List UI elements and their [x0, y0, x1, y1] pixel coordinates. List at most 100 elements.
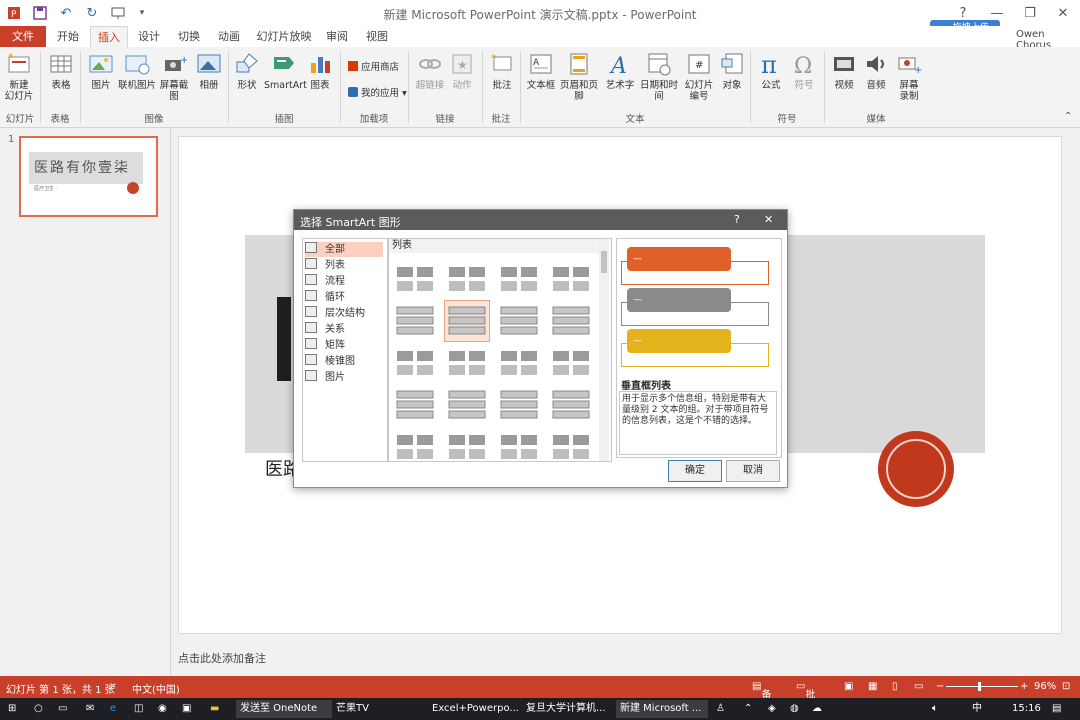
layout-thumbnail[interactable]	[497, 343, 541, 383]
notes-toggle[interactable]: ▤ 备注	[752, 681, 771, 716]
layout-thumbnail[interactable]	[497, 259, 541, 299]
collapse-ribbon-icon[interactable]: ⌃	[1064, 111, 1072, 122]
ok-button[interactable]: 确定	[668, 460, 722, 482]
layout-thumbnail[interactable]	[549, 259, 593, 299]
tray-app-icon[interactable]: ◈	[768, 700, 776, 718]
slideshow-view-icon[interactable]: ▭	[914, 681, 923, 692]
task-view-icon[interactable]: ▭	[58, 700, 67, 718]
language-status[interactable]: 中文(中国)	[132, 681, 180, 696]
screen-record-button[interactable]: + 屏幕 录制	[894, 51, 924, 102]
tab-animations[interactable]: 动画	[212, 26, 246, 47]
layout-thumbnail[interactable]	[497, 385, 541, 425]
file-explorer-icon[interactable]: ▬	[210, 700, 219, 718]
spellcheck-icon[interactable]: ⌗	[110, 681, 116, 692]
audio-button[interactable]: 音频	[862, 51, 890, 91]
start-button-icon[interactable]: ⊞	[8, 700, 16, 718]
tab-home[interactable]: 开始	[50, 26, 86, 47]
gallery-scrollbar[interactable]	[599, 239, 609, 461]
layout-thumbnail[interactable]	[549, 301, 593, 341]
slide-number-button[interactable]: # 幻灯片 编号	[682, 51, 716, 102]
category-process[interactable]: 流程	[305, 274, 383, 289]
datetime-button[interactable]: 日期和时间	[636, 51, 682, 102]
close-button[interactable]: ✕	[1046, 0, 1080, 26]
layout-thumbnail[interactable]	[549, 385, 593, 425]
category-hierarchy[interactable]: 层次结构	[305, 306, 383, 321]
slide-thumbnail[interactable]: 医路有你壹柒 医疗卫生 ·	[19, 136, 158, 217]
category-matrix[interactable]: 矩阵	[305, 338, 383, 353]
search-icon[interactable]: ○	[34, 700, 43, 718]
video-button[interactable]: 视频	[830, 51, 858, 91]
category-pyramid[interactable]: 棱锥图	[305, 354, 383, 369]
normal-view-icon[interactable]: ▣	[844, 681, 853, 692]
taskbar-item-onenote[interactable]: 发送至 OneNote	[236, 700, 332, 718]
header-footer-button[interactable]: 页眉和页脚	[556, 51, 602, 102]
minimize-button[interactable]: —	[980, 0, 1014, 26]
action-button[interactable]: ★ 动作	[448, 51, 476, 91]
layout-thumbnail[interactable]	[445, 259, 489, 299]
chart-button[interactable]: 图表	[306, 51, 334, 91]
category-cycle[interactable]: 循环	[305, 290, 383, 305]
object-button[interactable]: 对象	[718, 51, 746, 91]
onedrive-icon[interactable]: ☁	[812, 700, 822, 718]
slide-sorter-icon[interactable]: ▦	[868, 681, 877, 692]
equation-button[interactable]: π 公式	[756, 51, 786, 91]
new-slide-button[interactable]: ✶ 新建 幻灯片	[2, 51, 36, 102]
zoom-in-button[interactable]: +	[1020, 681, 1028, 692]
people-icon[interactable]: ♙	[716, 700, 725, 718]
taskbar-item-word[interactable]: 复旦大学计算机...	[522, 700, 616, 718]
zoom-level[interactable]: 96%	[1034, 681, 1056, 692]
tab-review[interactable]: 审阅	[322, 26, 352, 47]
taskbar-item-powerpoint[interactable]: 新建 Microsoft ...	[616, 700, 708, 718]
volume-icon[interactable]: 🔈︎	[932, 700, 938, 718]
layout-thumbnail[interactable]	[393, 343, 437, 383]
help-button[interactable]: ?	[946, 0, 980, 26]
online-picture-button[interactable]: 联机图片	[118, 51, 156, 91]
layout-thumbnail[interactable]	[445, 427, 489, 467]
layout-thumbnail[interactable]	[445, 343, 489, 383]
textbox-button[interactable]: A 文本框	[526, 51, 556, 91]
comments-toggle[interactable]: ▭ 批注	[796, 681, 815, 716]
layout-thumbnail[interactable]	[445, 385, 489, 425]
picture-button[interactable]: 图片	[86, 51, 116, 91]
dialog-help-button[interactable]: ?	[734, 213, 740, 226]
layout-thumbnail[interactable]	[497, 301, 541, 341]
layout-thumbnail[interactable]	[497, 427, 541, 467]
reading-view-icon[interactable]: ▯	[892, 681, 898, 692]
category-all[interactable]: 全部	[305, 242, 383, 257]
layout-thumbnail[interactable]	[549, 343, 593, 383]
taskbar-item-excel[interactable]: Excel+Powerpo...	[428, 700, 522, 718]
tab-view[interactable]: 视图	[360, 26, 394, 47]
store-taskbar-icon[interactable]: ◫	[134, 700, 143, 718]
tab-design[interactable]: 设计	[132, 26, 166, 47]
tab-file[interactable]: 文件	[0, 26, 46, 47]
hyperlink-button[interactable]: 超链接	[414, 51, 446, 91]
album-button[interactable]: 相册	[194, 51, 224, 91]
layout-thumbnail[interactable]	[444, 300, 490, 342]
tab-slideshow[interactable]: 幻灯片放映	[256, 26, 312, 47]
table-button[interactable]: 表格	[46, 51, 76, 91]
clock[interactable]: 15:16	[1012, 700, 1041, 718]
category-picture[interactable]: 图片	[305, 370, 383, 385]
zoom-slider[interactable]	[946, 686, 1018, 687]
layout-thumbnail[interactable]	[549, 427, 593, 467]
symbol-button[interactable]: Ω 符号	[790, 51, 818, 91]
taskbar-item-mangotv[interactable]: 芒果TV	[332, 700, 412, 718]
edge-icon[interactable]: e	[110, 700, 116, 718]
restore-button[interactable]: ❐	[1013, 0, 1047, 26]
scrollbar-thumb[interactable]	[601, 251, 607, 273]
zoom-slider-thumb[interactable]	[978, 682, 981, 691]
photos-icon[interactable]: ▣	[182, 700, 191, 718]
smartart-button[interactable]: SmartArt	[264, 51, 307, 91]
comment-button[interactable]: ✶ 批注	[488, 51, 516, 91]
notifications-icon[interactable]: ▤	[1052, 700, 1061, 718]
tray-expand-icon[interactable]: ⌃	[744, 700, 752, 718]
store-button[interactable]: 应用商店	[348, 59, 399, 73]
category-list-item[interactable]: 列表	[305, 258, 383, 273]
network-icon[interactable]: ◍	[790, 700, 799, 718]
shapes-button[interactable]: 形状	[232, 51, 262, 91]
notes-pane[interactable]: 点击此处添加备注	[178, 642, 1080, 676]
chrome-icon[interactable]: ◉	[158, 700, 167, 718]
my-apps-button[interactable]: 我的应用 ▾	[348, 85, 407, 99]
tab-insert[interactable]: 插入	[90, 26, 128, 47]
zoom-out-button[interactable]: −	[936, 681, 944, 692]
